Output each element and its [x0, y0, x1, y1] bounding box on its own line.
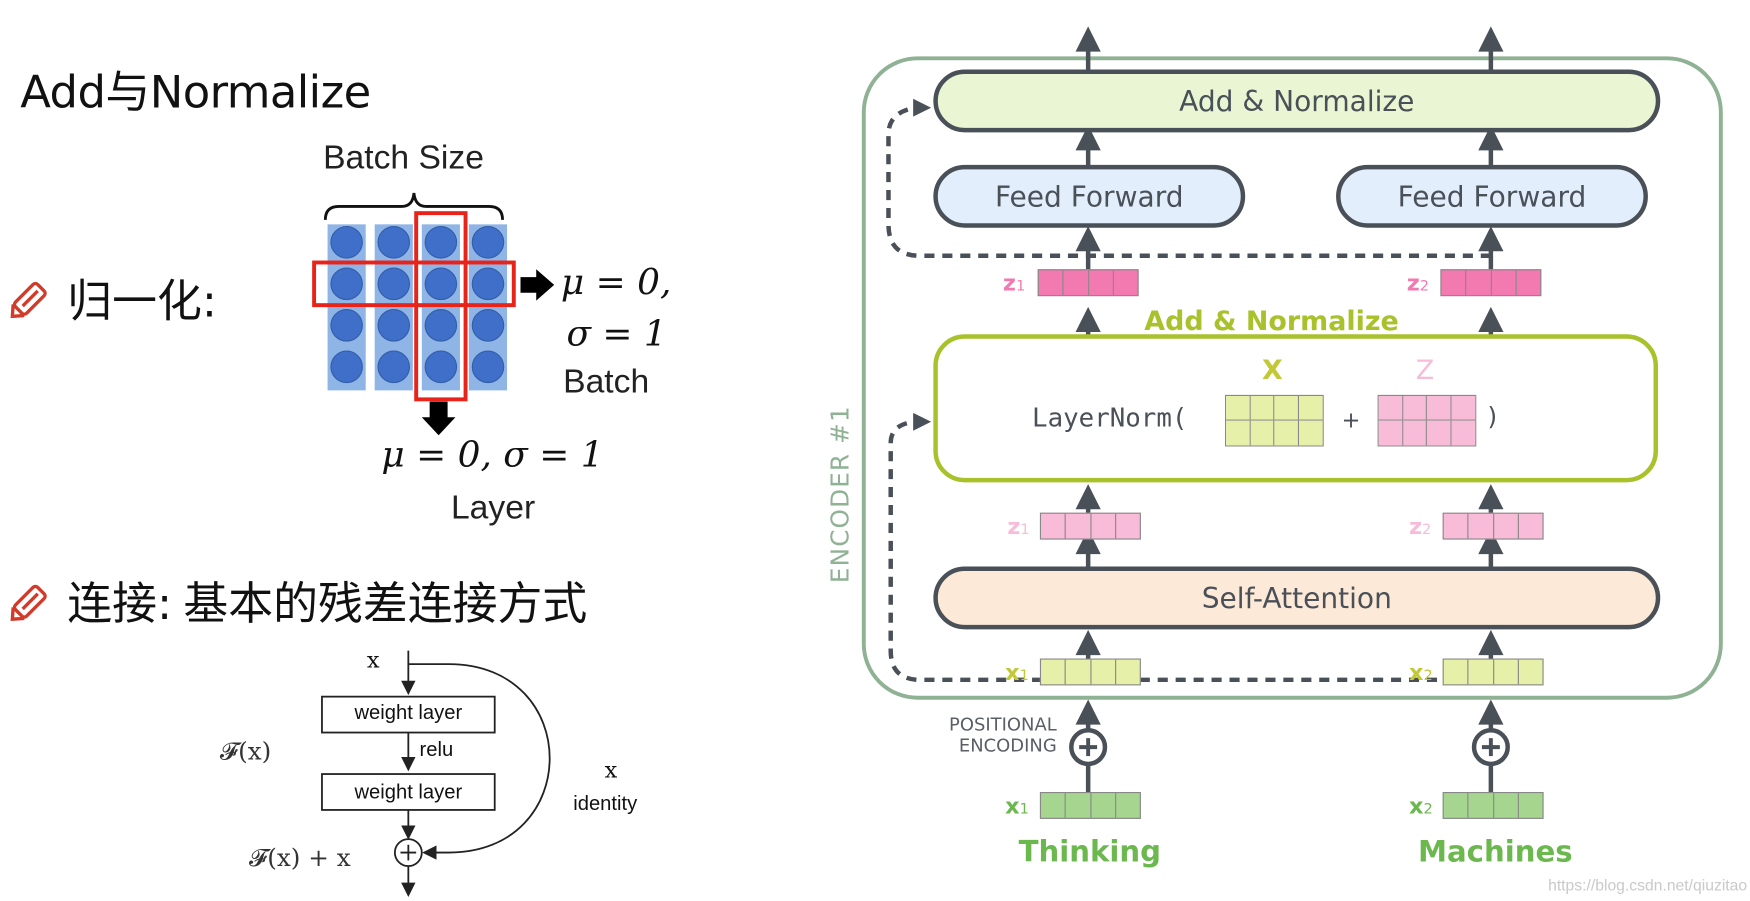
neuron — [330, 350, 363, 384]
encoder-diagram — [861, 26, 1723, 792]
matrix-cell — [1426, 420, 1452, 446]
z1-input-label: z1 — [1007, 512, 1030, 540]
matrix-cell — [1451, 395, 1476, 421]
positional-encoding-label: POSITIONAL ENCODING — [949, 713, 1057, 757]
watermark: https://blog.csdn.net/qiuzitao — [1548, 876, 1748, 895]
z1-output-label: z1 — [1002, 269, 1026, 297]
neuron — [377, 226, 411, 259]
matrix-cell — [1402, 420, 1427, 446]
x2-embedding-vector — [1442, 791, 1544, 819]
residual-input-x: x — [366, 646, 380, 674]
pencil-icon — [10, 584, 47, 622]
matrix-cell — [1250, 395, 1275, 421]
identity-label: identity — [573, 791, 638, 815]
positional-encoding-add-icon — [1471, 728, 1510, 767]
residual-arrowhead-icon — [913, 98, 932, 117]
batch-size-label: Batch Size — [323, 139, 484, 177]
batch-mu: μ = 0, — [560, 260, 672, 303]
layer-stats: μ = 0, σ = 1 — [381, 433, 604, 476]
neuron — [330, 226, 363, 259]
x2-input-label: x2 — [1408, 658, 1433, 686]
x1-input-label: x1 — [1005, 658, 1029, 686]
x1-embedding-label: x1 — [1005, 791, 1029, 819]
neuron — [330, 267, 363, 301]
neuron — [471, 309, 505, 342]
pencil-icon — [10, 281, 47, 319]
mid-add-normalize-label: Add & Normalize — [1144, 305, 1399, 337]
layernorm-z-matrix — [1377, 394, 1477, 447]
neuron — [330, 309, 363, 342]
neuron-grid — [312, 211, 516, 402]
layernorm-z-label: Z — [1415, 354, 1435, 386]
z2-input-label: z2 — [1408, 512, 1432, 540]
batch-sigma: σ = 1 — [566, 311, 667, 355]
relu-label: relu — [419, 738, 454, 761]
neuron — [424, 267, 458, 301]
matrix-cell — [1378, 420, 1403, 446]
fx-label: 𝓕(x) — [219, 738, 272, 767]
weight-layer-1: weight layer — [354, 701, 463, 724]
right-arrow-icon — [520, 269, 555, 301]
fx-plus-x-label: 𝓕(x) + x — [249, 844, 351, 873]
matrix-cell — [1274, 395, 1299, 421]
matrix-cell — [1426, 395, 1452, 421]
layer-label: Layer — [450, 489, 536, 527]
neuron — [471, 267, 505, 301]
self-attention-block: Self-Attention — [933, 566, 1661, 630]
z2-input-vector — [1442, 512, 1544, 540]
z2-output-label: z2 — [1406, 269, 1430, 297]
slide: Add与Normalize 归一化: Batch Size μ = 0, σ =… — [0, 0, 1750, 901]
matrix-cell — [1451, 420, 1476, 446]
x1-input-vector — [1039, 658, 1141, 686]
layernorm-x-matrix — [1225, 394, 1324, 447]
weight-layer-2: weight layer — [354, 780, 463, 804]
matrix-cell — [1378, 395, 1403, 421]
neuron — [377, 309, 411, 342]
matrix-cell — [1250, 420, 1275, 446]
positional-encoding-add-icon — [1069, 728, 1108, 767]
layernorm-func: LayerNorm( — [1032, 403, 1188, 434]
connection-bullet: 连接: 基本的残差连接方式 — [7, 568, 588, 633]
neuron — [377, 350, 411, 384]
matrix-cell — [1226, 395, 1251, 421]
matrix-cell — [1298, 420, 1323, 446]
feed-forward-block-2: Feed Forward — [1336, 164, 1648, 228]
matrix-cell — [1274, 420, 1299, 446]
neuron — [377, 267, 411, 301]
encoder-label: ENCODER #1 — [827, 405, 856, 584]
x1-embedding-vector — [1039, 791, 1141, 819]
word-thinking: Thinking — [1018, 835, 1162, 870]
neuron — [424, 226, 458, 259]
matrix-cell — [1226, 420, 1251, 446]
identity-x: x — [604, 756, 618, 784]
feed-forward-block-1: Feed Forward — [933, 164, 1246, 228]
layernorm-close: ) — [1487, 403, 1498, 432]
connection-text: 基本的残差连接方式 — [183, 578, 588, 631]
slide-title: Add与Normalize — [20, 67, 371, 119]
x2-embedding-label: x2 — [1408, 791, 1433, 819]
residual-arrowhead-icon — [913, 412, 932, 431]
connection-label: 连接: — [67, 578, 173, 631]
normalization-bullet: 归一化: — [7, 265, 217, 330]
neuron — [471, 350, 505, 384]
matrix-cell — [1402, 395, 1427, 421]
neuron — [424, 309, 458, 342]
z1-output-vector — [1037, 269, 1139, 297]
normalization-label: 归一化: — [67, 275, 218, 328]
word-machines: Machines — [1417, 835, 1573, 870]
z2-output-vector — [1440, 269, 1542, 297]
matrix-cell — [1298, 395, 1323, 421]
down-arrow-icon — [421, 401, 456, 436]
layernorm-plus: + — [1341, 406, 1361, 434]
layernorm-x-label: X — [1262, 354, 1283, 386]
batch-label: Batch — [563, 363, 650, 401]
neuron — [424, 350, 458, 384]
x2-input-vector — [1442, 658, 1544, 686]
top-add-normalize-block: Add & Normalize — [933, 69, 1661, 133]
neuron — [471, 226, 505, 259]
z1-input-vector — [1039, 512, 1141, 540]
